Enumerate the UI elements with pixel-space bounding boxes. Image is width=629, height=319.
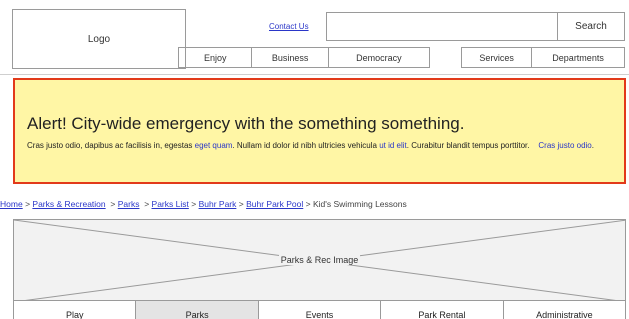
contact-us-link[interactable]: Contact Us: [269, 22, 309, 31]
breadcrumb-buhr-park-pool[interactable]: Buhr Park Pool: [246, 199, 303, 209]
alert-text-1: Cras justo odio, dapibus ac facilisis in…: [27, 141, 195, 150]
breadcrumb-separator: >: [110, 199, 116, 209]
alert-text-4: .: [591, 141, 594, 150]
nav-item-enjoy[interactable]: Enjoy: [179, 48, 251, 67]
breadcrumb-parks[interactable]: Parks: [118, 199, 140, 209]
header-divider: [0, 74, 629, 75]
nav-item-democracy[interactable]: Democracy: [327, 48, 429, 67]
alert-link-cras-justo-odio[interactable]: Cras justo odio: [538, 141, 591, 150]
alert-text-3: . Curabitur blandit tempus porttitor.: [406, 141, 539, 150]
alert-link-eget-quam[interactable]: eget quam: [195, 141, 233, 150]
breadcrumb-buhr-park[interactable]: Buhr Park: [199, 199, 237, 209]
breadcrumb-home[interactable]: Home: [0, 199, 23, 209]
search-button-label: Search: [575, 21, 607, 32]
tab-park-rental[interactable]: Park Rental: [380, 301, 502, 319]
hero-image-placeholder: Parks & Rec Image: [13, 219, 626, 301]
secondary-nav: Services Departments: [461, 47, 625, 68]
breadcrumb-separator: >: [25, 199, 31, 209]
search-input[interactable]: [326, 12, 558, 41]
alert-link-ut-id-elit[interactable]: ut id elit: [379, 141, 407, 150]
hero-label: Parks & Rec Image: [278, 255, 361, 265]
breadcrumb-separator: >: [191, 199, 197, 209]
logo-label: Logo: [87, 33, 111, 45]
primary-nav: Enjoy Business Democracy: [178, 47, 430, 68]
alert-text-2: . Nullam id dolor id nibh ultricies vehi…: [232, 141, 380, 150]
breadcrumb-separator: >: [305, 199, 311, 209]
alert-title: Alert! City-wide emergency with the some…: [27, 114, 465, 133]
tab-play[interactable]: Play: [14, 301, 135, 319]
breadcrumb-separator: >: [238, 199, 244, 209]
nav-item-services[interactable]: Services: [462, 48, 531, 67]
tab-administrative[interactable]: Administrative: [502, 301, 625, 319]
breadcrumb-parks-recreation[interactable]: Parks & Recreation: [32, 199, 105, 209]
alert-banner: Alert! City-wide emergency with the some…: [13, 78, 626, 184]
tab-parks[interactable]: Parks: [135, 301, 258, 319]
nav-item-business[interactable]: Business: [251, 48, 327, 67]
search-button[interactable]: Search: [557, 12, 625, 41]
breadcrumb: Home > Parks & Recreation > Parks > Park…: [0, 199, 407, 209]
breadcrumb-parks-list[interactable]: Parks List: [152, 199, 189, 209]
alert-body: Cras justo odio, dapibus ac facilisis in…: [27, 140, 615, 151]
nav-item-departments[interactable]: Departments: [531, 48, 624, 67]
section-tabs: Play Parks Events Park Rental Administra…: [13, 300, 626, 319]
logo[interactable]: Logo: [12, 9, 186, 69]
page: Logo Contact Us Search Enjoy Business De…: [0, 0, 629, 319]
hero-label-wrap: Parks & Rec Image: [14, 220, 625, 300]
breadcrumb-separator: >: [144, 199, 150, 209]
tab-events[interactable]: Events: [257, 301, 380, 319]
breadcrumb-current: Kid's Swimming Lessons: [312, 199, 407, 209]
